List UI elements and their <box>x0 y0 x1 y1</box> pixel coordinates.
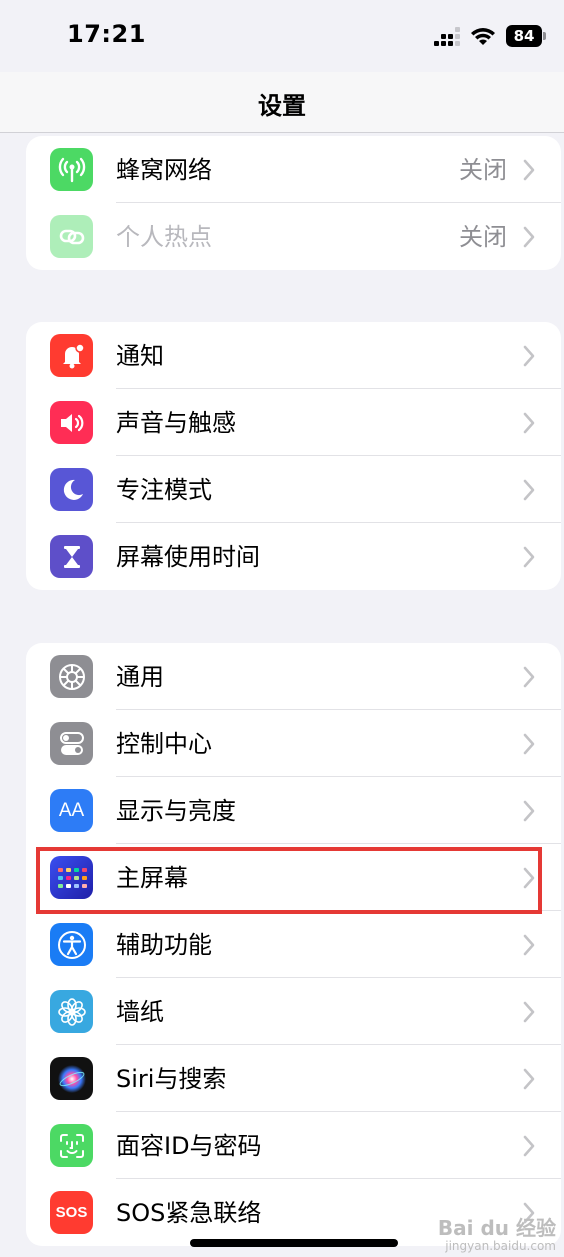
settings-row-label: 声音与触感 <box>116 409 236 437</box>
accessibility-icon <box>50 923 93 966</box>
antenna-icon <box>50 148 93 191</box>
settings-row-label: 墙纸 <box>116 998 164 1026</box>
page-title: 设置 <box>258 92 306 120</box>
sos-icon: SOS <box>50 1191 93 1234</box>
settings-row-wallpaper[interactable]: 墙纸 <box>26 978 561 1045</box>
settings-row-siri-search[interactable]: Siri与搜索 <box>26 1045 561 1112</box>
chevron-right-icon <box>523 733 535 755</box>
cellular-signal-icon <box>434 26 460 46</box>
settings-row-face-id-passcode[interactable]: 面容ID与密码 <box>26 1112 561 1179</box>
flower-icon <box>50 990 93 1033</box>
chevron-right-icon <box>523 666 535 688</box>
navigation-bar: 设置 <box>0 72 564 133</box>
text-size-icon: AA <box>50 789 93 832</box>
settings-row-cellular[interactable]: 蜂窝网络 关闭 <box>26 136 561 203</box>
home-indicator[interactable] <box>190 1239 398 1247</box>
settings-row-general[interactable]: 通用 <box>26 643 561 710</box>
settings-row-screen-time[interactable]: 屏幕使用时间 <box>26 523 561 590</box>
highlight-annotation-box <box>36 847 542 914</box>
watermark-logo: Bai du 经验 <box>437 1216 556 1240</box>
settings-group-general: 通用 控制中心 AA 显示与亮度 主屏幕 辅助功能 墙纸 Siri与搜索 面容I… <box>26 643 561 1246</box>
watermark-url: jingyan.baidu.com <box>445 1239 556 1253</box>
chevron-right-icon <box>523 546 535 568</box>
wifi-icon <box>471 28 495 45</box>
siri-icon <box>50 1057 93 1100</box>
settings-row-label: 屏幕使用时间 <box>116 543 260 571</box>
settings-row-sounds-haptics[interactable]: 声音与触感 <box>26 389 561 456</box>
watermark: Bai du 经验 jingyan.baidu.com <box>438 1217 556 1253</box>
settings-row-label: 辅助功能 <box>116 931 212 959</box>
settings-row-personal-hotspot: 个人热点 关闭 <box>26 203 561 270</box>
speaker-icon <box>50 401 93 444</box>
chevron-right-icon <box>523 159 535 181</box>
chevron-right-icon <box>523 934 535 956</box>
hotspot-icon <box>50 215 93 258</box>
chevron-right-icon <box>523 412 535 434</box>
settings-row-label: 通知 <box>116 342 164 370</box>
settings-row-label: SOS紧急联络 <box>116 1199 262 1227</box>
battery-icon: 84 <box>506 25 546 47</box>
status-icons: 84 <box>434 22 546 50</box>
settings-row-label: 显示与亮度 <box>116 797 236 825</box>
chevron-right-icon <box>523 345 535 367</box>
settings-row-label: 蜂窝网络 <box>116 156 212 184</box>
settings-row-focus[interactable]: 专注模式 <box>26 456 561 523</box>
settings-row-accessibility[interactable]: 辅助功能 <box>26 911 561 978</box>
settings-row-label: Siri与搜索 <box>116 1065 227 1093</box>
toggles-icon <box>50 722 93 765</box>
settings-row-label: 个人热点 <box>116 223 212 251</box>
status-bar: 17:21 84 <box>0 0 564 72</box>
moon-icon <box>50 468 93 511</box>
gear-icon <box>50 655 93 698</box>
chevron-right-icon <box>523 1135 535 1157</box>
settings-row-notifications[interactable]: 通知 <box>26 322 561 389</box>
status-time: 17:21 <box>67 20 146 48</box>
settings-group-notifications: 通知 声音与触感 专注模式 屏幕使用时间 <box>26 322 561 590</box>
settings-group-connectivity: 蜂窝网络 关闭 个人热点 关闭 <box>26 136 561 270</box>
chevron-right-icon <box>523 1001 535 1023</box>
bell-icon <box>50 334 93 377</box>
settings-row-label: 专注模式 <box>116 476 212 504</box>
settings-row-value: 关闭 <box>459 223 507 251</box>
chevron-right-icon <box>523 1068 535 1090</box>
hourglass-icon <box>50 535 93 578</box>
settings-row-label: 控制中心 <box>116 730 212 758</box>
face-id-icon <box>50 1124 93 1167</box>
settings-row-label: 通用 <box>116 663 164 691</box>
settings-row-label: 面容ID与密码 <box>116 1132 262 1160</box>
chevron-right-icon <box>523 226 535 248</box>
settings-row-control-center[interactable]: 控制中心 <box>26 710 561 777</box>
chevron-right-icon <box>523 479 535 501</box>
settings-row-display-brightness[interactable]: AA 显示与亮度 <box>26 777 561 844</box>
settings-row-value: 关闭 <box>459 156 507 184</box>
chevron-right-icon <box>523 800 535 822</box>
